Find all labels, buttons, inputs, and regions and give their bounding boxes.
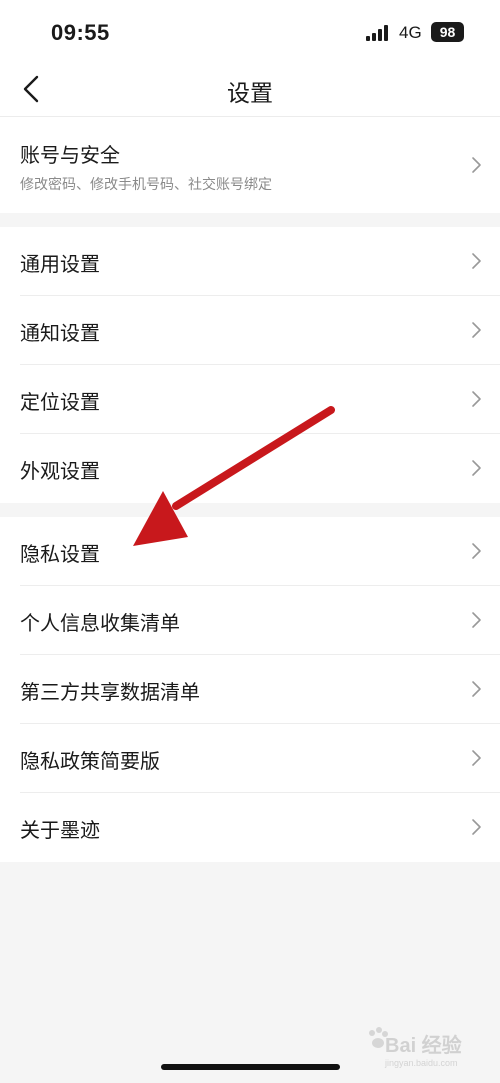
account-security-subtitle: 修改密码、修改手机号码、社交账号绑定	[20, 177, 272, 193]
row-label: 隐私政策简要版	[20, 749, 160, 773]
chevron-right-icon	[472, 681, 481, 697]
general-settings-group: 通用设置 通知设置 定位设置 外观设置	[0, 227, 500, 503]
watermark-logo: Bai 经验 jingyan.baidu.com	[367, 1027, 492, 1077]
network-type: 4G	[399, 23, 422, 42]
home-indicator[interactable]	[161, 1064, 340, 1070]
chevron-right-icon	[472, 750, 481, 766]
row-label: 通用设置	[20, 252, 100, 276]
battery-level: 98	[439, 24, 456, 40]
settings-row-privacy-policy[interactable]: 隐私政策简要版	[0, 724, 500, 793]
settings-row-privacy[interactable]: 隐私设置	[0, 517, 500, 586]
settings-row-personal-info-list[interactable]: 个人信息收集清单	[0, 586, 500, 655]
watermark-url: jingyan.baidu.com	[385, 1058, 458, 1068]
chevron-right-icon	[472, 253, 481, 269]
chevron-right-icon	[472, 391, 481, 407]
settings-row-general[interactable]: 通用设置	[0, 227, 500, 296]
chevron-right-icon	[472, 157, 481, 173]
settings-row-notification[interactable]: 通知设置	[0, 296, 500, 365]
settings-row-third-party-list[interactable]: 第三方共享数据清单	[0, 655, 500, 724]
account-security-row[interactable]: 账号与安全 修改密码、修改手机号码、社交账号绑定	[0, 117, 500, 213]
chevron-right-icon	[472, 322, 481, 338]
chevron-right-icon	[472, 543, 481, 559]
battery-icon: 98	[431, 22, 464, 42]
watermark-text: Bai 经验	[385, 1035, 462, 1057]
row-label: 第三方共享数据清单	[20, 680, 200, 704]
chevron-right-icon	[472, 819, 481, 835]
status-time: 09:55	[51, 20, 110, 45]
signal-strength-icon	[366, 25, 392, 41]
account-group: 账号与安全 修改密码、修改手机号码、社交账号绑定	[0, 117, 500, 213]
settings-row-appearance[interactable]: 外观设置	[0, 434, 500, 503]
chevron-right-icon	[472, 460, 481, 476]
privacy-group: 隐私设置 个人信息收集清单 第三方共享数据清单 隐私政策简要版 关于墨迹	[0, 517, 500, 862]
row-label: 隐私设置	[20, 542, 100, 566]
nav-bar: 设置	[0, 62, 500, 117]
page-title: 设置	[227, 81, 273, 107]
account-security-title: 账号与安全	[20, 143, 120, 167]
row-label: 通知设置	[20, 321, 100, 345]
row-label: 外观设置	[20, 459, 100, 483]
settings-row-location[interactable]: 定位设置	[0, 365, 500, 434]
row-label: 关于墨迹	[20, 818, 100, 842]
settings-row-about[interactable]: 关于墨迹	[0, 793, 500, 862]
status-bar: 09:55 4G 98	[0, 0, 500, 62]
row-label: 个人信息收集清单	[20, 611, 180, 635]
row-label: 定位设置	[20, 390, 100, 414]
chevron-right-icon	[472, 612, 481, 628]
